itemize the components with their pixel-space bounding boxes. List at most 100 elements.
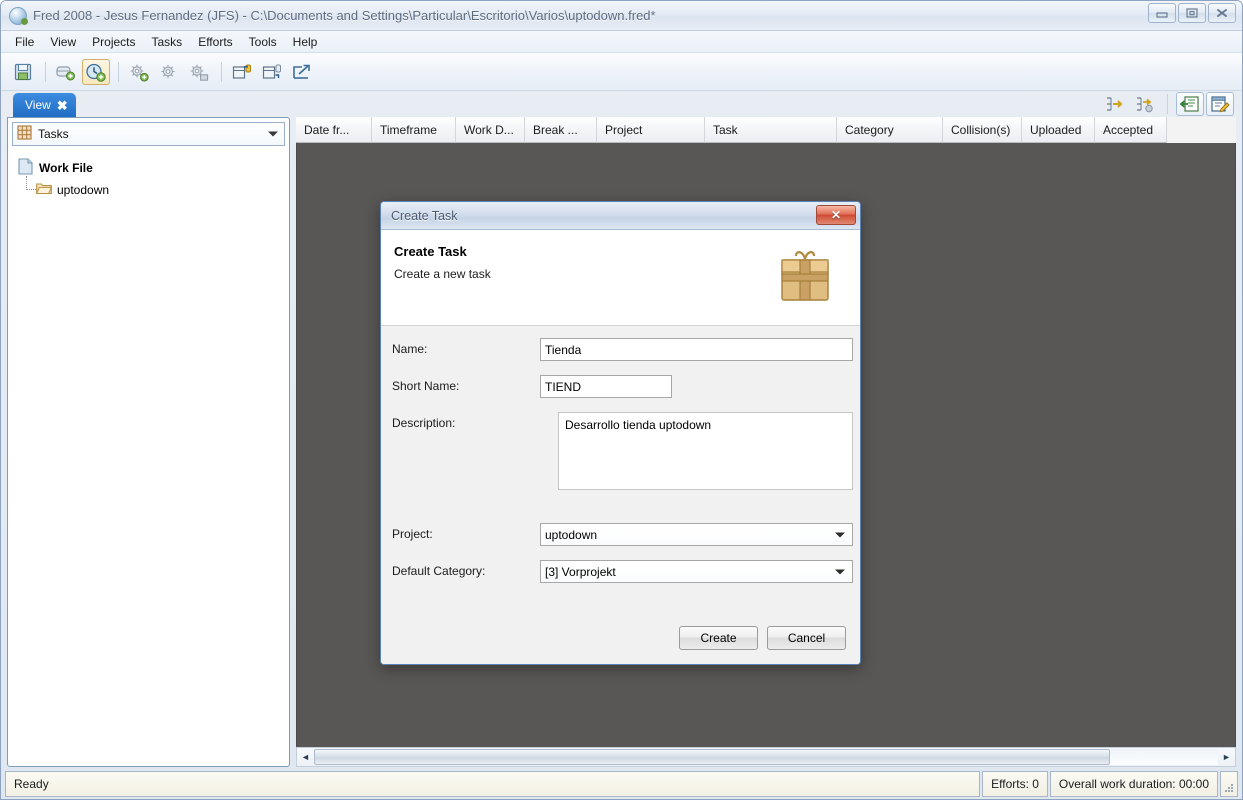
scroll-right-icon[interactable]: ►: [1218, 748, 1235, 766]
project-label: Project:: [392, 527, 433, 541]
status-bar: Ready Efforts: 0 Overall work duration: …: [5, 771, 1238, 797]
toolbar-separator: [45, 61, 46, 82]
dialog-title-bar: Create Task ✕: [381, 202, 860, 230]
menu-item-view[interactable]: View: [42, 33, 84, 51]
description-label: Description:: [392, 416, 456, 430]
tab-strip-toolbar: [1101, 91, 1234, 117]
name-label: Name:: [392, 342, 428, 356]
scrollbar-track[interactable]: [314, 749, 1218, 765]
tab-view-label: View: [25, 98, 51, 112]
default-category-select[interactable]: [3] Vorprojekt: [540, 560, 853, 583]
upload-icon[interactable]: [228, 59, 256, 85]
save-icon[interactable]: [9, 59, 37, 85]
tree-item-work-file-label: Work File: [39, 161, 93, 175]
tree-item-uptodown-label: uptodown: [57, 183, 110, 197]
default-category-select-value: [3] Vorprojekt: [545, 564, 616, 579]
gift-box-icon: [774, 244, 836, 306]
new-effort-icon[interactable]: [125, 59, 153, 85]
grid-column-break[interactable]: Break ...: [525, 117, 597, 143]
title-bar: Fred 2008 - Jesus Fernandez (JFS) - C:\D…: [1, 1, 1242, 31]
chevron-down-icon[interactable]: [835, 569, 845, 574]
grid-column-category[interactable]: Category: [837, 117, 943, 143]
window-title: Fred 2008 - Jesus Fernandez (JFS) - C:\D…: [33, 8, 656, 23]
main-toolbar: [1, 53, 1242, 91]
dialog-body: Name: Tienda Short Name: TIEND Descripti…: [381, 326, 860, 664]
menu-item-tasks[interactable]: Tasks: [144, 33, 191, 51]
tab-close-icon[interactable]: ✖: [57, 99, 68, 112]
short-name-input[interactable]: TIEND: [540, 375, 672, 398]
clock-app-icon: [9, 6, 28, 25]
new-project-icon[interactable]: [52, 59, 80, 85]
dialog-close-icon[interactable]: ✕: [816, 205, 856, 225]
grid-column-headers: Date fr... Timeframe Work D... Break ...…: [296, 117, 1236, 143]
chevron-down-icon[interactable]: [268, 131, 278, 137]
create-button[interactable]: Create: [679, 626, 758, 650]
export-icon[interactable]: [288, 59, 316, 85]
grid-icon: [17, 125, 32, 143]
scroll-left-icon[interactable]: ◄: [297, 748, 314, 766]
restore-icon[interactable]: [1178, 3, 1206, 23]
tab-strip: View ✖: [1, 91, 1242, 117]
toolbar-separator: [118, 61, 119, 82]
folder-icon: [35, 182, 53, 198]
menu-item-file[interactable]: File: [7, 33, 42, 51]
expand-all-icon[interactable]: [1131, 92, 1159, 116]
document-icon: [18, 158, 33, 178]
create-task-dialog: Create Task ✕ Create Task Create a new t…: [380, 201, 861, 665]
field-row-project: Project: uptodown: [392, 523, 853, 546]
new-task-icon[interactable]: [82, 58, 110, 85]
tree-item-uptodown[interactable]: uptodown: [26, 176, 279, 198]
short-name-label: Short Name:: [392, 379, 460, 393]
name-input[interactable]: Tienda: [540, 338, 853, 361]
grid-column-work-duration[interactable]: Work D...: [456, 117, 525, 143]
menu-item-tools[interactable]: Tools: [241, 33, 285, 51]
field-row-description: Description: Desarrollo tienda uptodown: [392, 412, 853, 490]
work-file-tree[interactable]: Work File uptodown: [12, 150, 285, 762]
project-select-value: uptodown: [545, 527, 598, 542]
grid-column-collisions[interactable]: Collision(s): [943, 117, 1022, 143]
status-overall-duration: Overall work duration: 00:00: [1049, 771, 1218, 797]
application-window: Fred 2008 - Jesus Fernandez (JFS) - C:\D…: [0, 0, 1243, 800]
edit-report-icon[interactable]: [1206, 92, 1234, 116]
dialog-buttons: Create Cancel: [679, 626, 846, 650]
menu-item-projects[interactable]: Projects: [84, 33, 143, 51]
dialog-header: Create Task Create a new task: [381, 230, 860, 326]
sidebar-panel: Tasks Work File uptodown: [7, 117, 290, 767]
menu-bar: File View Projects Tasks Efforts Tools H…: [1, 31, 1242, 53]
grid-horizontal-scrollbar[interactable]: ◄ ►: [296, 747, 1236, 767]
toolbar-separator: [1167, 94, 1168, 114]
download-icon[interactable]: [258, 59, 286, 85]
default-category-label: Default Category:: [392, 564, 486, 578]
field-row-name: Name: Tienda: [392, 338, 853, 361]
chevron-down-icon[interactable]: [835, 532, 845, 537]
edit-effort-icon[interactable]: [155, 59, 183, 85]
delete-effort-icon[interactable]: [185, 59, 213, 85]
status-efforts-count: Efforts: 0: [982, 771, 1048, 797]
resize-grip-icon[interactable]: [1220, 771, 1238, 797]
project-select[interactable]: uptodown: [540, 523, 853, 546]
grid-column-timeframe[interactable]: Timeframe: [372, 117, 456, 143]
window-controls: [1148, 3, 1236, 23]
toolbar-separator: [221, 61, 222, 82]
dialog-title: Create Task: [391, 208, 458, 223]
collapse-all-icon[interactable]: [1101, 92, 1129, 116]
field-row-default-category: Default Category: [3] Vorprojekt: [392, 560, 853, 583]
scrollbar-thumb[interactable]: [314, 749, 1110, 765]
report-icon[interactable]: [1176, 92, 1204, 116]
cancel-button[interactable]: Cancel: [767, 626, 846, 650]
grid-column-accepted[interactable]: Accepted: [1095, 117, 1167, 143]
sidebar-view-selector-value: Tasks: [38, 127, 69, 141]
grid-column-task[interactable]: Task: [705, 117, 837, 143]
grid-column-project[interactable]: Project: [597, 117, 705, 143]
grid-column-date-from[interactable]: Date fr...: [296, 117, 372, 143]
grid-column-uploaded[interactable]: Uploaded: [1022, 117, 1095, 143]
close-icon[interactable]: [1208, 3, 1236, 23]
sidebar-view-selector[interactable]: Tasks: [12, 122, 285, 146]
minimize-icon[interactable]: [1148, 3, 1176, 23]
description-textarea[interactable]: Desarrollo tienda uptodown: [558, 412, 853, 490]
menu-item-efforts[interactable]: Efforts: [190, 33, 240, 51]
menu-item-help[interactable]: Help: [285, 33, 326, 51]
field-row-short-name: Short Name: TIEND: [392, 375, 672, 398]
tree-item-work-file[interactable]: Work File: [18, 158, 279, 178]
tab-view[interactable]: View ✖: [13, 93, 76, 117]
